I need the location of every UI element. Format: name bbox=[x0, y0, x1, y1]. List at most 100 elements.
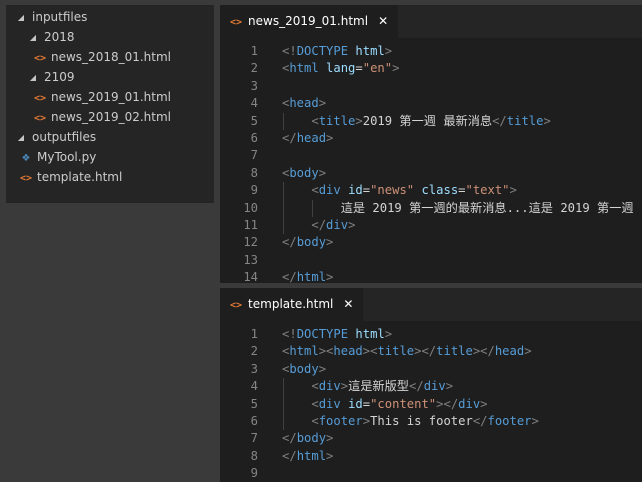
code-line[interactable]: 2 <html><head><title></title></head> bbox=[220, 343, 642, 360]
code-token: 這是 2019 第一週的最新消息...這是 2019 第一週 bbox=[282, 200, 634, 215]
code-token: > bbox=[531, 414, 539, 428]
code-token: > bbox=[340, 379, 349, 394]
code-line[interactable]: 3 <body> bbox=[220, 361, 642, 378]
line-number: 7 bbox=[250, 431, 258, 446]
tree-item-label: news_2019_02.html bbox=[51, 110, 172, 124]
tree-folder-inputfiles[interactable]: ◢ inputfiles bbox=[16, 7, 87, 27]
code-token: div bbox=[318, 396, 341, 411]
code-token: </ bbox=[472, 414, 488, 428]
code-token: = bbox=[362, 396, 371, 411]
code-token: footer bbox=[487, 414, 532, 428]
close-icon[interactable]: ✕ bbox=[343, 288, 353, 321]
tree-item-label: 2018 bbox=[44, 30, 75, 44]
code-line[interactable]: 1 <!DOCTYPE html> bbox=[220, 326, 642, 343]
tab-news-2019-01[interactable]: <> news_2019_01.html ✕ bbox=[220, 5, 399, 38]
chevron-down-icon[interactable]: ◢ bbox=[16, 128, 26, 148]
code-line[interactable]: 8 <body> bbox=[220, 165, 642, 182]
tree-file-news-2019-01[interactable]: <> news_2019_01.html bbox=[34, 87, 171, 107]
line-number: 1 bbox=[250, 44, 258, 58]
tree-folder-2018[interactable]: ◢ 2018 bbox=[28, 27, 75, 47]
code-line[interactable]: 12 </body> bbox=[220, 234, 642, 251]
html-file-icon: <> bbox=[230, 300, 243, 311]
code-line[interactable]: 4 <head> bbox=[220, 95, 642, 112]
code-token: > bbox=[326, 270, 334, 283]
code-line[interactable]: 7 bbox=[220, 147, 642, 164]
tree-file-news-2018-01[interactable]: <> news_2018_01.html bbox=[34, 47, 171, 67]
code-token: ></ bbox=[472, 344, 495, 359]
code-line[interactable]: 9 bbox=[220, 465, 642, 482]
code-token: head bbox=[494, 344, 525, 359]
chevron-down-icon[interactable]: ◢ bbox=[28, 28, 38, 48]
tree-file-template-html[interactable]: <> template.html bbox=[20, 167, 122, 187]
line-number: 10 bbox=[243, 200, 258, 215]
code-token: >< bbox=[362, 344, 378, 359]
code-token: = bbox=[458, 183, 466, 198]
line-number: 3 bbox=[250, 78, 258, 93]
code-line[interactable]: 7 </body> bbox=[220, 430, 642, 447]
code-token: </ bbox=[282, 131, 297, 145]
chevron-down-icon[interactable]: ◢ bbox=[16, 8, 26, 28]
code-token: > bbox=[348, 218, 356, 232]
line-number: 4 bbox=[250, 96, 258, 111]
code-line[interactable]: 1 <!DOCTYPE html> bbox=[220, 43, 642, 60]
code-line[interactable]: 8 </html> bbox=[220, 448, 642, 465]
code-token: html bbox=[355, 327, 385, 341]
code-line[interactable]: 3 bbox=[220, 78, 642, 95]
line-number: 8 bbox=[250, 448, 258, 463]
line-number: 8 bbox=[250, 165, 258, 180]
code-token: > bbox=[326, 131, 334, 145]
line-number: 7 bbox=[250, 148, 258, 163]
code-token: < bbox=[311, 396, 319, 411]
code-token: > bbox=[318, 361, 327, 376]
code-token: < bbox=[311, 183, 319, 198]
tree-item-label: 2109 bbox=[44, 70, 75, 84]
line-number: 1 bbox=[250, 327, 258, 341]
code-token: "news" bbox=[370, 183, 415, 198]
html-file-icon: <> bbox=[230, 17, 243, 28]
tree-item-label: template.html bbox=[37, 170, 123, 184]
tree-folder-2109[interactable]: ◢ 2109 bbox=[28, 67, 75, 87]
line-number: 2 bbox=[250, 344, 258, 359]
chevron-down-icon[interactable]: ◢ bbox=[28, 68, 38, 88]
tab-template[interactable]: <> template.html ✕ bbox=[220, 288, 364, 321]
indent-guide bbox=[283, 378, 284, 431]
line-number: 2 bbox=[250, 61, 258, 76]
code-token: < bbox=[311, 379, 319, 394]
code-token: "content" bbox=[370, 396, 437, 411]
tree-folder-outputfiles[interactable]: ◢ outputfiles bbox=[16, 127, 96, 147]
html-file-icon: <> bbox=[34, 53, 47, 64]
code-token: > bbox=[509, 183, 517, 198]
tab-bar: <> news_2019_01.html ✕ bbox=[220, 5, 642, 38]
code-line[interactable]: 13 bbox=[220, 252, 642, 269]
code-token: body bbox=[296, 235, 327, 250]
tree-file-mytool-py[interactable]: ❖ MyTool.py bbox=[20, 147, 97, 167]
code-line[interactable]: 2 <html lang="en"> bbox=[220, 60, 642, 77]
code-token: title bbox=[436, 344, 473, 359]
code-token: html bbox=[296, 448, 327, 463]
line-number: 12 bbox=[243, 235, 258, 250]
close-icon[interactable]: ✕ bbox=[378, 5, 388, 38]
html-file-icon: <> bbox=[34, 93, 47, 104]
code-token: "en" bbox=[362, 61, 393, 76]
code-token: html bbox=[289, 344, 319, 359]
code-token: class bbox=[421, 183, 459, 198]
code-token: 2019 第一週 最新消息 bbox=[362, 113, 493, 128]
line-number: 11 bbox=[243, 218, 258, 232]
code-token: 這是新版型 bbox=[348, 379, 409, 394]
file-explorer: ◢ inputfiles ◢ 2018 <> news_2018_01.html ◢ 2… bbox=[6, 5, 214, 203]
code-token: > bbox=[318, 96, 327, 111]
indent-guide bbox=[283, 112, 284, 130]
line-number: 9 bbox=[250, 466, 258, 481]
tree-item-label: news_2019_01.html bbox=[51, 90, 172, 104]
code-token: div bbox=[458, 396, 481, 411]
tab-label: news_2019_01.html bbox=[248, 14, 369, 28]
code-line[interactable]: 14 </html> bbox=[220, 269, 642, 283]
code-line[interactable]: 6 </head> bbox=[220, 130, 642, 147]
tab-label: template.html bbox=[248, 297, 334, 311]
tree-file-news-2019-02[interactable]: <> news_2019_02.html bbox=[34, 107, 171, 127]
code-token: </ bbox=[282, 431, 297, 446]
